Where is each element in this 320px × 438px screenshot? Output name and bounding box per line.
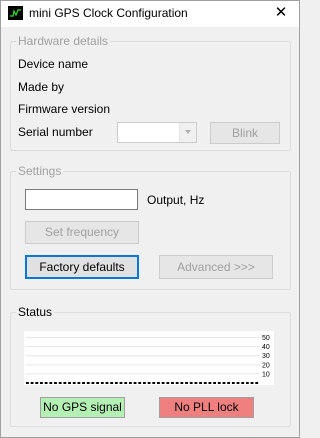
serial-number-label: Serial number	[18, 125, 93, 139]
set-frequency-button[interactable]: Set frequency	[25, 221, 139, 244]
window-title: mini GPS Clock Configuration	[29, 6, 188, 20]
frequency-input[interactable]	[25, 189, 138, 210]
made-by-label: Made by	[18, 80, 65, 94]
factory-defaults-button[interactable]: Factory defaults	[25, 255, 139, 279]
plot-ytick-label: 20	[262, 362, 270, 369]
signal-plot: 50 40 30 20 10	[24, 331, 274, 385]
blink-button[interactable]: Blink	[210, 122, 280, 144]
gps-status-indicator: No GPS signal	[40, 397, 125, 418]
pll-status-indicator: No PLL lock	[159, 397, 254, 418]
title-bar[interactable]: mini GPS Clock Configuration ✕	[1, 1, 299, 27]
close-button[interactable]: ✕	[263, 1, 299, 27]
main-window: mini GPS Clock Configuration ✕ Hardware …	[0, 0, 300, 438]
signal-plot-svg: 50 40 30 20 10	[26, 335, 270, 384]
plot-ytick-label: 40	[262, 344, 270, 351]
device-name-label: Device name	[18, 57, 89, 71]
plot-ytick-label: 30	[262, 353, 270, 360]
advanced-button[interactable]: Advanced >>>	[159, 255, 273, 279]
oscilloscope-icon	[8, 6, 23, 20]
serial-number-combo[interactable]	[117, 122, 197, 143]
chevron-down-icon[interactable]	[179, 123, 196, 142]
plot-ytick-label: 50	[262, 335, 270, 342]
status-label: Status	[16, 305, 55, 319]
settings-label: Settings	[16, 164, 64, 178]
hardware-details-label: Hardware details	[16, 34, 111, 48]
output-hz-label: Output, Hz	[147, 193, 205, 207]
firmware-version-label: Firmware version	[18, 102, 111, 116]
plot-ytick-label: 10	[262, 371, 270, 378]
